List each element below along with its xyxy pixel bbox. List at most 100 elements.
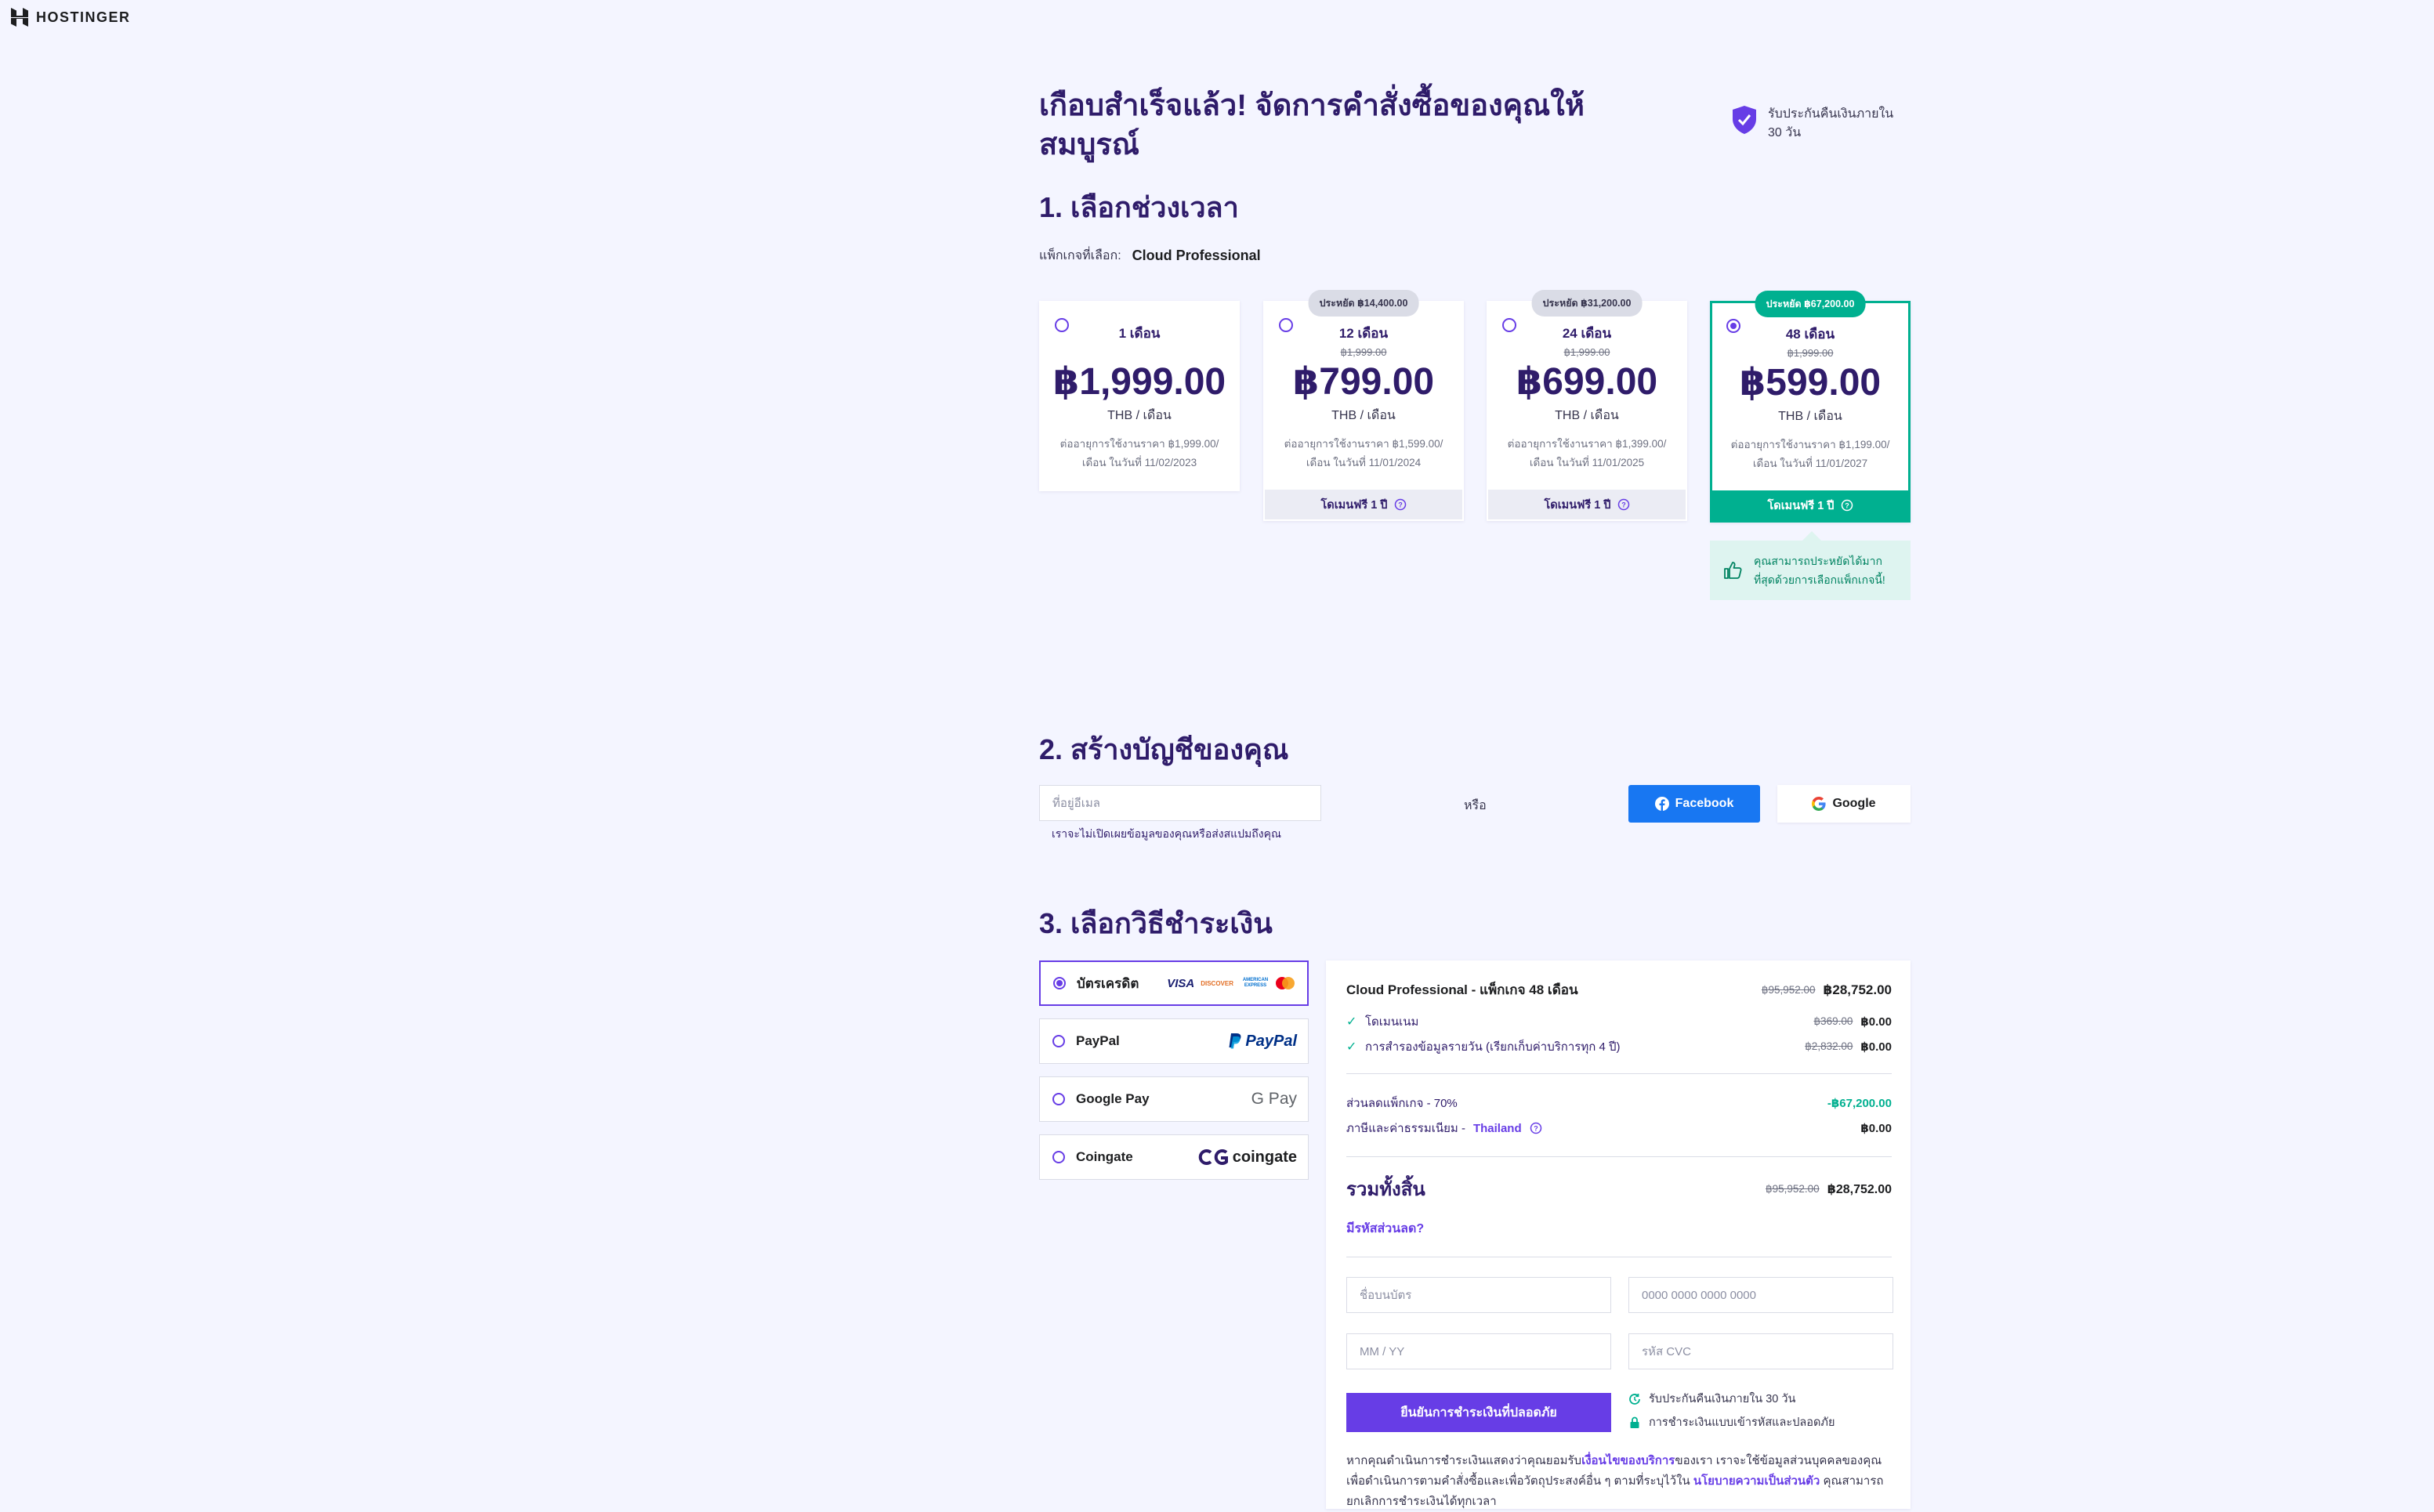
amex-logo: AMERICAN EXPRESS: [1242, 978, 1269, 988]
refresh-clock-icon: [1629, 1393, 1640, 1405]
coupon-row: มีรหัสส่วนลด?: [1346, 1219, 1892, 1239]
plan-price-unit: THB / เดือน: [1555, 409, 1619, 422]
free-domain-label: โดเมนฟรี 1 ปี: [1767, 499, 1835, 512]
paypal-logo: PayPal: [1228, 1033, 1297, 1051]
payment-method-label: บัตรเครดิต: [1077, 975, 1139, 991]
total-label: รวมทั้งสิ้น: [1346, 1179, 1425, 1200]
step2-title: 2. สร้างบัญชีของคุณ: [1039, 733, 1289, 765]
payment-method-label: Google Pay: [1076, 1091, 1150, 1106]
coingate-icon: [1198, 1149, 1228, 1165]
plan-period: 1 เดือน: [1118, 326, 1161, 341]
payment-method-coingate[interactable]: Coingate coingate: [1039, 1134, 1309, 1180]
plan-card-24-months[interactable]: ประหยัด ฿31,200.00 24 เดือน ฿1,999.00 ฿6…: [1487, 290, 1687, 521]
paypal-icon: [1229, 1033, 1241, 1049]
email-field-wrapper: [1039, 785, 1321, 821]
summary-total-row: รวมทั้งสิ้น ฿95,952.00 ฿28,752.00: [1346, 1174, 1892, 1204]
plan-renewal-note: ต่ออายุการใช้งานราคา ฿1,399.00/เดือน ในว…: [1507, 438, 1667, 468]
plan-radio[interactable]: [1502, 318, 1516, 332]
card-name-input[interactable]: [1346, 1277, 1611, 1313]
facebook-signup-button[interactable]: Facebook: [1628, 785, 1760, 823]
plan-price: ฿599.00: [1739, 362, 1882, 403]
payment-method-paypal[interactable]: PayPal PayPal: [1039, 1018, 1309, 1064]
google-signup-button[interactable]: Google: [1777, 785, 1911, 823]
legal-text: หากคุณดำเนินการชำระเงินแสดงว่าคุณยอมรับเ…: [1346, 1451, 1895, 1512]
tax-value: ฿0.00: [1860, 1122, 1892, 1135]
plan-radio-selected[interactable]: [1726, 319, 1740, 333]
plan-card-12-months[interactable]: ประหยัด ฿14,400.00 12 เดือน ฿1,999.00 ฿7…: [1263, 290, 1464, 521]
assurance-text: รับประกันคืนเงินภายใน 30 วัน: [1649, 1393, 1796, 1405]
payment-method-google-pay[interactable]: Google Pay G Pay: [1039, 1076, 1309, 1122]
item-price: ฿0.00: [1860, 1015, 1892, 1029]
thumbs-up-icon: [1724, 562, 1742, 579]
item-label: โดเมนเนม: [1365, 1015, 1419, 1029]
svg-text:?: ?: [1845, 502, 1849, 510]
product-price: ฿28,752.00: [1823, 982, 1892, 997]
brand-name: HOSTINGER: [36, 9, 131, 25]
help-circle-icon[interactable]: ?: [1617, 498, 1630, 511]
plan-old-price: ฿1,999.00: [1563, 346, 1610, 358]
payment-radio[interactable]: [1052, 1151, 1065, 1163]
lock-icon: [1630, 1416, 1639, 1428]
terms-of-service-link[interactable]: เงื่อนไขของบริการ: [1581, 1454, 1675, 1467]
item-old-price: ฿369.00: [1813, 1015, 1853, 1027]
best-value-tip: คุณสามารถประหยัดได้มากที่สุดด้วยการเลือก…: [1710, 531, 1911, 600]
payment-radio[interactable]: [1052, 1035, 1065, 1047]
tip-text: คุณสามารถประหยัดได้มากที่สุดด้วยการเลือก…: [1754, 555, 1885, 586]
product-old-price: ฿95,952.00: [1761, 983, 1816, 996]
hostinger-logo[interactable]: HOSTINGER: [11, 8, 131, 27]
item-label: การสำรองข้อมูลรายวัน (เรียกเก็บค่าบริการ…: [1365, 1040, 1621, 1054]
step1-title: 1. เลือกช่วงเวลา: [1039, 191, 1239, 223]
privacy-policy-link[interactable]: นโยบายความเป็นส่วนตัว: [1693, 1474, 1820, 1488]
tax-country-link[interactable]: Thailand: [1473, 1122, 1522, 1135]
privacy-note: เราจะไม่เปิดเผยข้อมูลของคุณหรือส่งสแปมถึ…: [1052, 827, 1281, 840]
shield-check-icon: [1733, 106, 1756, 134]
summary-product-row: Cloud Professional - แพ็กเกจ 48 เดือน ฿9…: [1346, 979, 1892, 1000]
guarantee-text: รับประกันคืนเงินภายใน 30 วัน: [1768, 107, 1894, 139]
plan-renewal-note: ต่ออายุการใช้งานราคา ฿1,599.00/เดือน ในว…: [1284, 438, 1443, 468]
svg-text:?: ?: [1534, 1125, 1538, 1133]
assurance-text: การชำระเงินแบบเข้ารหัสและปลอดภัย: [1649, 1416, 1835, 1429]
card-number-input[interactable]: [1628, 1277, 1893, 1313]
order-summary: Cloud Professional - แพ็กเกจ 48 เดือน ฿9…: [1326, 960, 1911, 1509]
help-circle-icon[interactable]: ?: [1841, 499, 1853, 512]
savings-badge: ประหยัด ฿14,400.00: [1308, 290, 1419, 317]
plan-renewal-note: ต่ออายุการใช้งานราคา ฿1,999.00/เดือน ในว…: [1059, 438, 1219, 468]
selected-package: แพ็กเกจที่เลือก: Cloud Professional: [1039, 246, 1261, 266]
email-input[interactable]: [1039, 785, 1321, 821]
secure-payment-assurance: การชำระเงินแบบเข้ารหัสและปลอดภัย: [1628, 1413, 1835, 1431]
plan-radio[interactable]: [1055, 318, 1069, 332]
step3-title: 3. เลือกวิธีชำระเงิน: [1039, 907, 1273, 939]
money-back-assurance: รับประกันคืนเงินภายใน 30 วัน: [1628, 1390, 1795, 1408]
or-separator: หรือ: [1464, 799, 1487, 812]
payment-method-label: PayPal: [1076, 1033, 1120, 1048]
mastercard-logo: [1276, 977, 1295, 989]
summary-tax-row: ภาษีและค่าธรรมเนียม - Thailand ? ฿0.00: [1346, 1119, 1892, 1138]
tax-label: ภาษีและค่าธรรมเนียม -: [1346, 1122, 1465, 1135]
card-expiry-input[interactable]: [1346, 1333, 1611, 1369]
google-label: Google: [1832, 797, 1876, 810]
item-old-price: ฿2,832.00: [1805, 1040, 1853, 1052]
coingate-wordmark: coingate: [1232, 1148, 1297, 1166]
card-cvc-input[interactable]: [1628, 1333, 1893, 1369]
paypal-wordmark: PayPal: [1245, 1032, 1297, 1050]
free-domain-row: โดเมนฟรี 1 ปี ?: [1488, 490, 1686, 519]
payment-method-credit-card[interactable]: บัตรเครดิต VISA DISCOVER AMERICAN EXPRES…: [1039, 960, 1309, 1006]
coingate-logo: coingate: [1198, 1148, 1297, 1167]
plan-price: ฿1,999.00: [1052, 361, 1226, 403]
plan-price-unit: THB / เดือน: [1107, 409, 1172, 422]
total-old-price: ฿95,952.00: [1766, 1182, 1820, 1195]
plan-card-48-months[interactable]: ประหยัด ฿67,200.00 48 เดือน ฿1,999.00 ฿5…: [1710, 291, 1911, 523]
plan-old-price: ฿1,999.00: [1340, 346, 1387, 358]
facebook-label: Facebook: [1675, 797, 1734, 810]
help-circle-icon[interactable]: ?: [1530, 1122, 1542, 1134]
svg-text:?: ?: [1621, 501, 1626, 509]
help-circle-icon[interactable]: ?: [1394, 498, 1407, 511]
plan-radio[interactable]: [1279, 318, 1293, 332]
payment-radio-selected[interactable]: [1053, 977, 1066, 989]
secure-payment-button[interactable]: ยืนยันการชำระเงินที่ปลอดภัย: [1346, 1393, 1611, 1432]
plan-card-1-month[interactable]: 1 เดือน ฿1,999.00 THB / เดือน ต่ออายุการ…: [1039, 301, 1240, 491]
plan-price: ฿799.00: [1292, 361, 1435, 403]
money-back-guarantee: รับประกันคืนเงินภายใน 30 วัน: [1732, 105, 1909, 143]
coupon-link[interactable]: มีรหัสส่วนลด?: [1346, 1219, 1424, 1239]
payment-radio[interactable]: [1052, 1093, 1065, 1105]
